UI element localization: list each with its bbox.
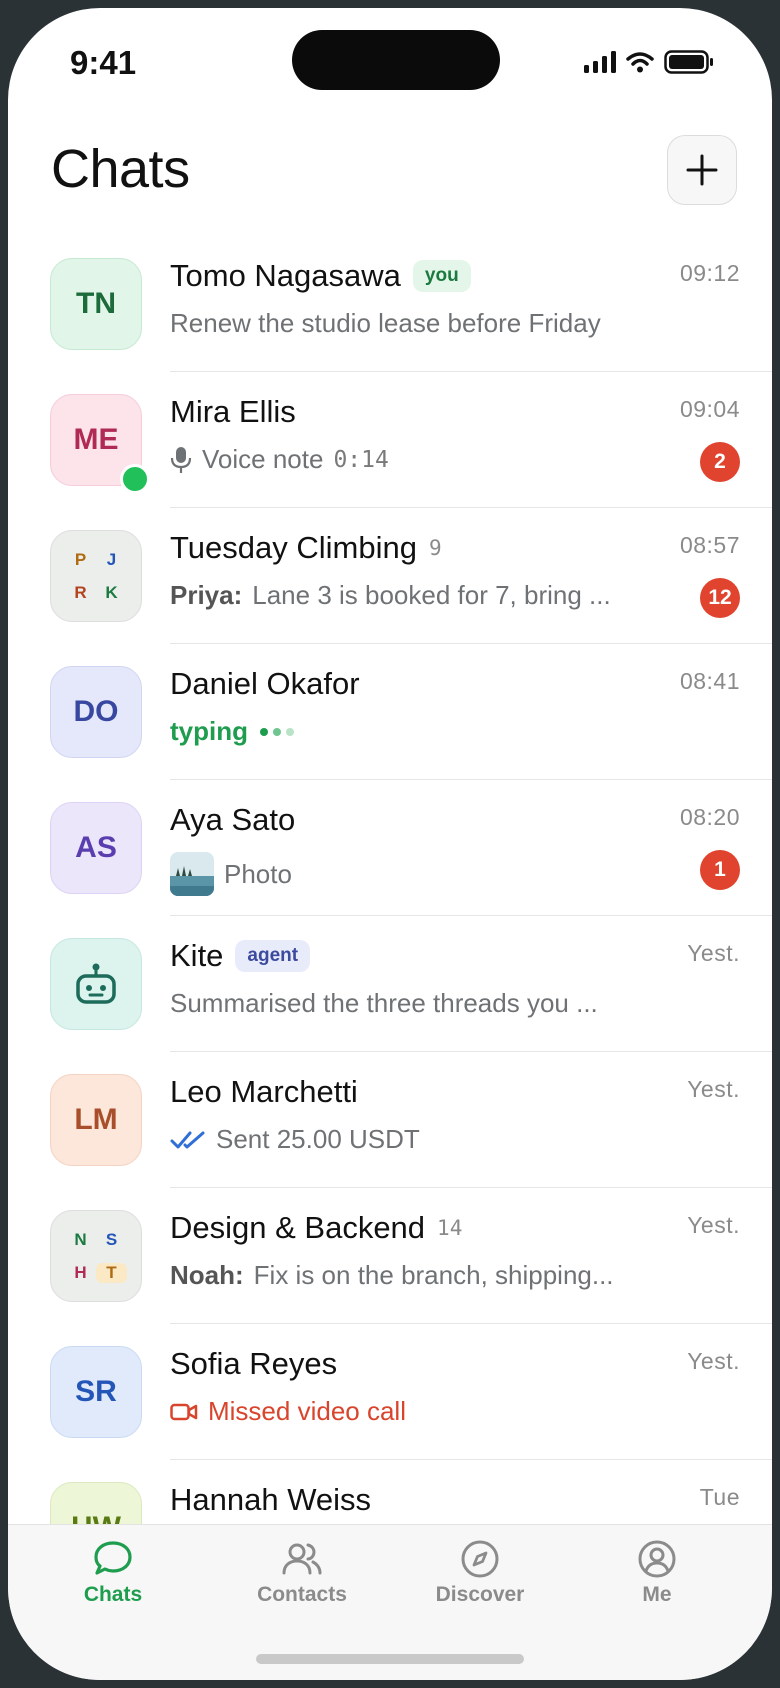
phone-screen: 9:41 Chats TN Tomo Nagasawa you 09:12 Re… [8, 8, 772, 1680]
chat-preview: Noah: Fix is on the branch, shipping... [170, 1260, 614, 1290]
chat-row-tuesday-climbing[interactable]: P J R K Tuesday Climbing 9 08:57 Priya: … [8, 508, 772, 644]
double-check-icon [170, 1131, 205, 1148]
home-indicator [256, 1654, 524, 1664]
microphone-icon [170, 446, 192, 473]
chat-time: Yest. [687, 1348, 740, 1374]
chat-bubble-icon [94, 1541, 132, 1575]
tab-chats[interactable]: Chats [38, 1539, 188, 1607]
chat-row-leo-marchetti[interactable]: LM Leo Marchetti Yest. Sent 25.00 USDT [8, 1052, 772, 1188]
tab-discover[interactable]: Discover [405, 1539, 555, 1607]
chat-time: Tue [699, 1484, 740, 1510]
chat-name: Design & Backend [170, 1210, 426, 1245]
avatar: SR [50, 1346, 142, 1438]
chat-name: Leo Marchetti [170, 1074, 358, 1109]
chat-name: Tuesday Climbing [170, 530, 417, 565]
chat-row-sofia-reyes[interactable]: SR Sofia Reyes Yest. Missed video call [8, 1324, 772, 1460]
status-time: 9:41 [70, 44, 137, 81]
profile-icon [638, 1540, 676, 1578]
chat-name: Tomo Nagasawa [170, 258, 401, 293]
avatar: DO [50, 666, 142, 758]
tab-me[interactable]: Me [582, 1539, 732, 1607]
chat-preview: Sent 25.00 USDT [170, 1124, 420, 1155]
agent-tag: agent [235, 940, 311, 972]
chat-row-kite[interactable]: Kite agent Yest. Summarised the three th… [8, 916, 772, 1052]
chat-name: Daniel Okafor [170, 666, 360, 701]
chat-row-mira-ellis[interactable]: ME Mira Ellis 09:04 Voice note 0:14 2 [8, 372, 772, 508]
plus-icon [686, 154, 718, 186]
avatar: LM [50, 1074, 142, 1166]
chat-time: Yest. [687, 1212, 740, 1238]
typing-dots-icon [260, 727, 294, 736]
avatar: AS [50, 802, 142, 894]
sender-name: Noah: [170, 1260, 244, 1290]
typing-indicator: typing [170, 716, 298, 747]
chat-time: 08:41 [679, 668, 740, 694]
avatar [50, 938, 142, 1030]
chat-time: 09:12 [679, 260, 740, 286]
wifi-icon [626, 52, 654, 73]
chat-time: Yest. [687, 1076, 740, 1102]
chat-time: Yest. [687, 940, 740, 966]
chat-row-aya-sato[interactable]: AS Aya Sato 08:20 Photo 1 [8, 780, 772, 916]
member-count: 14 [437, 1216, 463, 1240]
unread-badge: 12 [700, 578, 740, 618]
group-avatar: P J R K [50, 530, 142, 622]
member-count: 9 [428, 536, 442, 560]
chat-list: TN Tomo Nagasawa you 09:12 Renew the stu… [8, 236, 772, 1534]
chat-row-hannah-weiss[interactable]: HW Hannah Weiss Tue [8, 1460, 772, 1534]
chat-row-tomo-nagasawa[interactable]: TN Tomo Nagasawa you 09:12 Renew the stu… [8, 236, 772, 372]
robot-icon [76, 963, 116, 1004]
battery-icon [664, 50, 713, 74]
chat-preview: Priya: Lane 3 is booked for 7, bring ... [170, 580, 611, 610]
chat-time: 08:20 [679, 804, 740, 830]
video-camera-icon [170, 1403, 198, 1420]
unread-badge: 1 [700, 850, 740, 890]
chat-row-design-backend[interactable]: N S H T Design & Backend 14 Yest. Noah: … [8, 1188, 772, 1324]
voice-note-duration: 0:14 [333, 446, 389, 473]
chat-row-daniel-okafor[interactable]: DO Daniel Okafor 08:41 typing [8, 644, 772, 780]
cellular-signal-icon [584, 51, 616, 73]
group-avatar: N S H T [50, 1210, 142, 1302]
status-icons [584, 50, 714, 74]
chat-preview: Photo [170, 852, 292, 896]
chat-preview: Summarised the three threads you ... [170, 988, 598, 1018]
tab-contacts[interactable]: Contacts [227, 1539, 377, 1607]
online-indicator [120, 464, 150, 494]
chat-name: Sofia Reyes [170, 1346, 338, 1381]
chat-time: 09:04 [679, 396, 740, 422]
chat-preview: Renew the studio lease before Friday [170, 308, 601, 338]
photo-thumbnail [170, 852, 214, 896]
chat-preview: Voice note 0:14 [170, 444, 389, 475]
new-chat-button[interactable] [667, 135, 737, 205]
chat-time: 08:57 [679, 532, 740, 558]
chat-preview: Missed video call [170, 1396, 406, 1427]
dynamic-island [292, 30, 500, 90]
chat-name: Kite [170, 938, 224, 973]
you-tag: you [412, 260, 471, 292]
chat-name: Mira Ellis [170, 394, 296, 429]
chat-name: Aya Sato [170, 802, 296, 837]
page-title: Chats [51, 139, 190, 199]
unread-badge: 2 [700, 442, 740, 482]
chat-name: Hannah Weiss [170, 1482, 372, 1517]
contacts-icon [282, 1543, 322, 1575]
compass-icon [461, 1540, 499, 1578]
avatar: TN [50, 258, 142, 350]
sender-name: Priya: [170, 580, 243, 610]
